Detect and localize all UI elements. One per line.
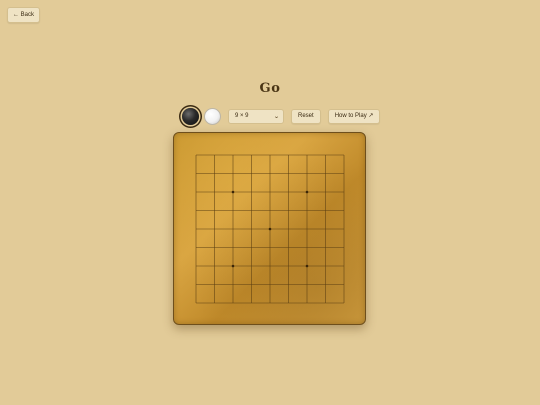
back-button[interactable]: ← Back bbox=[7, 7, 41, 23]
star-point bbox=[231, 264, 235, 268]
board-size-select[interactable]: 9 × 9 ⌄ bbox=[228, 108, 284, 124]
white-stone-button[interactable] bbox=[204, 107, 221, 125]
reset-button[interactable]: Reset bbox=[291, 108, 321, 124]
chevron-down-icon: ⌄ bbox=[273, 113, 280, 120]
go-board[interactable] bbox=[173, 132, 366, 325]
black-stone-button[interactable] bbox=[182, 107, 199, 125]
go-game-page: ← Back Go 9 × 9 ⌄ Reset How to Play ↗ bbox=[0, 0, 540, 405]
controls-bar: 9 × 9 ⌄ Reset How to Play ↗ bbox=[180, 105, 381, 127]
board-grid[interactable] bbox=[195, 154, 345, 304]
star-point bbox=[305, 264, 309, 268]
board-size-value: 9 × 9 bbox=[235, 113, 249, 119]
star-point bbox=[268, 227, 272, 231]
how-to-play-button[interactable]: How to Play ↗ bbox=[327, 108, 381, 124]
page-title: Go bbox=[259, 81, 281, 96]
star-point bbox=[231, 190, 235, 194]
star-point bbox=[305, 190, 309, 194]
